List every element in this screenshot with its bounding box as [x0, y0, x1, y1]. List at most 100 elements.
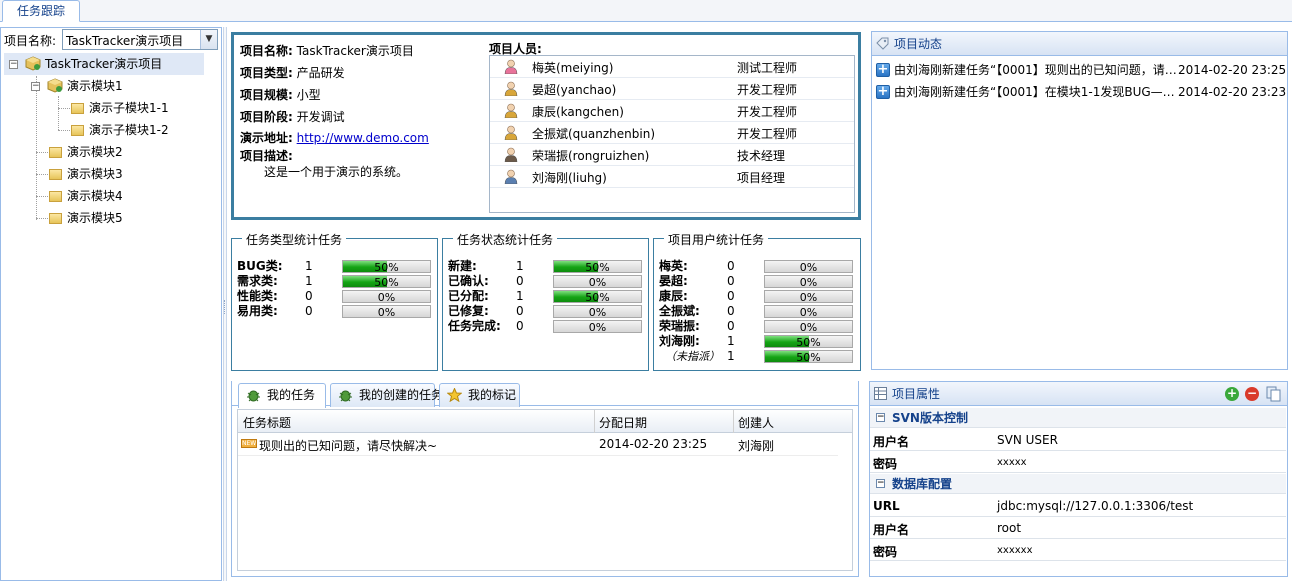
- col-date-header[interactable]: 分配日期: [599, 414, 647, 431]
- prop-value[interactable]: xxxxxx: [997, 545, 1033, 556]
- col-title-header[interactable]: 任务标题: [243, 414, 291, 431]
- info-scale-label: 项目规模:: [240, 88, 293, 102]
- member-row[interactable]: 荣瑞振(rongruizhen) 技术经理: [490, 144, 854, 166]
- tree-line: [36, 218, 48, 219]
- prop-key: URL: [873, 499, 900, 513]
- collapse-icon[interactable]: −: [876, 413, 885, 422]
- member-row[interactable]: 全振斌(quanzhenbin) 开发工程师: [490, 122, 854, 144]
- stat-count: 0: [727, 289, 735, 303]
- tree-node-label: 演示模块5: [67, 211, 123, 225]
- member-list: 梅英(meiying) 测试工程师 晏超(yanchao) 开发工程师 康辰(kangc…: [489, 55, 855, 213]
- prop-value[interactable]: root: [997, 521, 1021, 535]
- activity-item[interactable]: + 由刘海刚新建任务“【0001】现则出的已知问题，请… 2014-02-20 …: [875, 59, 1286, 81]
- prop-row-db-url[interactable]: URL jdbc:mysql://127.0.0.1:3306/test: [870, 495, 1286, 517]
- db-group[interactable]: − 数据库配置: [870, 474, 1286, 494]
- project-selector[interactable]: TaskTracker演示项目 ▼: [62, 29, 218, 50]
- prop-row-db-password[interactable]: 密码 xxxxxx: [870, 539, 1286, 561]
- folder-icon: [49, 169, 62, 180]
- bug-icon: [247, 390, 260, 402]
- member-role: 项目经理: [737, 171, 786, 185]
- folder-icon: [71, 125, 84, 136]
- demo-url-link[interactable]: http://www.demo.com: [297, 131, 429, 145]
- stat-count: 0: [727, 319, 735, 333]
- tab-task-tracking[interactable]: 任务跟踪: [2, 0, 80, 22]
- task-status-stats: 任务状态统计任务 新建: 1 50% 已确认: 0 0% 已分配: 1 50% 已修复: 0 0% 任务…: [442, 231, 649, 371]
- stat-progress-bar: 0%: [764, 305, 853, 319]
- folder-icon: [49, 191, 62, 202]
- activity-panel: 项目动态 + 由刘海刚新建任务“【0001】现则出的已知问题，请… 2014-0…: [871, 31, 1288, 370]
- stat-progress-bar: 0%: [764, 275, 853, 289]
- stat-label: 梅英:: [659, 259, 688, 273]
- stat-count: 1: [727, 349, 735, 363]
- new-badge-icon: NEW: [241, 439, 257, 448]
- stat-label: 荣瑞振:: [659, 319, 700, 333]
- stat-count: 0: [727, 274, 735, 288]
- info-stage: 项目阶段: 开发调试: [240, 108, 345, 125]
- collapse-icon[interactable]: −: [31, 82, 40, 91]
- stat-percent: 0%: [377, 306, 396, 319]
- prop-value[interactable]: xxxxx: [997, 457, 1027, 468]
- task-title-cell[interactable]: 现则出的已知问题，请尽快解决~: [259, 437, 437, 454]
- stat-count: 0: [305, 289, 313, 303]
- stat-progress-bar: 50%: [342, 260, 431, 274]
- stat-label: BUG类:: [237, 259, 283, 273]
- chevron-down-icon[interactable]: ▼: [200, 30, 217, 49]
- info-stage-value: 开发调试: [296, 110, 345, 124]
- stat-progress-bar: 50%: [764, 335, 853, 349]
- stat-label: 晏超:: [659, 274, 688, 288]
- stat-label: 性能类:: [237, 289, 278, 303]
- stat-row: 性能类: 0 0%: [237, 289, 437, 304]
- col-creator-header[interactable]: 创建人: [738, 414, 774, 431]
- collapse-icon[interactable]: −: [876, 479, 885, 488]
- tab-my-tasks[interactable]: 我的任务: [238, 383, 326, 408]
- stat-percent: 0%: [799, 261, 818, 274]
- tab-marked[interactable]: 我的标记: [439, 383, 520, 407]
- project-icon: [25, 56, 41, 71]
- activity-item[interactable]: + 由刘海刚新建任务“【0001】在模块1-1发现BUG—… 2014-02-2…: [875, 81, 1286, 103]
- user-icon: [504, 147, 518, 162]
- activity-text[interactable]: 由刘海刚新建任务“【0001】现则出的已知问题，请…: [894, 59, 1177, 81]
- add-icon[interactable]: +: [1225, 387, 1239, 401]
- stat-count: 1: [516, 259, 524, 273]
- stat-row: 已修复: 0 0%: [448, 304, 648, 319]
- stat-percent: 50%: [796, 351, 821, 364]
- collapse-icon[interactable]: −: [9, 60, 18, 69]
- prop-row-svn-user[interactable]: 用户名 SVN USER: [870, 429, 1286, 451]
- stat-progress-bar: 50%: [764, 350, 853, 364]
- prop-value[interactable]: jdbc:mysql://127.0.0.1:3306/test: [997, 499, 1193, 513]
- activity-text[interactable]: 由刘海刚新建任务“【0001】在模块1-1发现BUG—…: [894, 81, 1175, 103]
- stat-count: 0: [727, 259, 735, 273]
- member-row[interactable]: 梅英(meiying) 测试工程师: [490, 56, 854, 78]
- tree-line: [36, 152, 48, 153]
- stat-count: 0: [305, 304, 313, 318]
- stat-percent: 0%: [588, 276, 607, 289]
- prop-value[interactable]: SVN USER: [997, 433, 1058, 447]
- remove-icon[interactable]: −: [1245, 387, 1259, 401]
- tab-created-tasks[interactable]: 我的创建的任务: [330, 383, 443, 407]
- tree-node-root[interactable]: − TaskTracker演示项目: [4, 53, 204, 75]
- info-type: 项目类型: 产品研发: [240, 64, 345, 81]
- expand-plus-icon[interactable]: +: [876, 85, 890, 99]
- stat-count: 0: [516, 274, 524, 288]
- tree-line: [36, 76, 37, 220]
- prop-key: 用户名: [873, 523, 910, 537]
- prop-row-svn-password[interactable]: 密码 xxxxx: [870, 451, 1286, 473]
- property-panel: 项目属性 + − − SVN版本控制 用户名 SVN USER 密码 xxxxx…: [869, 381, 1288, 577]
- copy-icon[interactable]: [1266, 386, 1282, 402]
- info-name: 项目名称: TaskTracker演示项目: [240, 42, 414, 59]
- member-name: 荣瑞振(rongruizhen): [532, 149, 650, 163]
- expand-plus-icon[interactable]: +: [876, 63, 890, 77]
- table-row[interactable]: NEW 现则出的已知问题，请尽快解决~ 2014-02-20 23:25 刘海刚: [238, 433, 838, 456]
- prop-key: 密码: [873, 457, 898, 471]
- prop-row-db-user[interactable]: 用户名 root: [870, 517, 1286, 539]
- task-creator-cell: 刘海刚: [738, 439, 775, 453]
- member-row[interactable]: 刘海刚(liuhg) 项目经理: [490, 166, 854, 188]
- member-row[interactable]: 晏超(yanchao) 开发工程师: [490, 78, 854, 100]
- splitter-grip[interactable]: [224, 300, 226, 314]
- user-icon: [504, 169, 518, 184]
- activity-panel-header: 项目动态: [872, 32, 1287, 56]
- stat-row: （未指派） 1 50%: [659, 349, 859, 364]
- svn-group[interactable]: − SVN版本控制: [870, 408, 1286, 428]
- prop-key: 密码: [873, 545, 898, 559]
- member-row[interactable]: 康辰(kangchen) 开发工程师: [490, 100, 854, 122]
